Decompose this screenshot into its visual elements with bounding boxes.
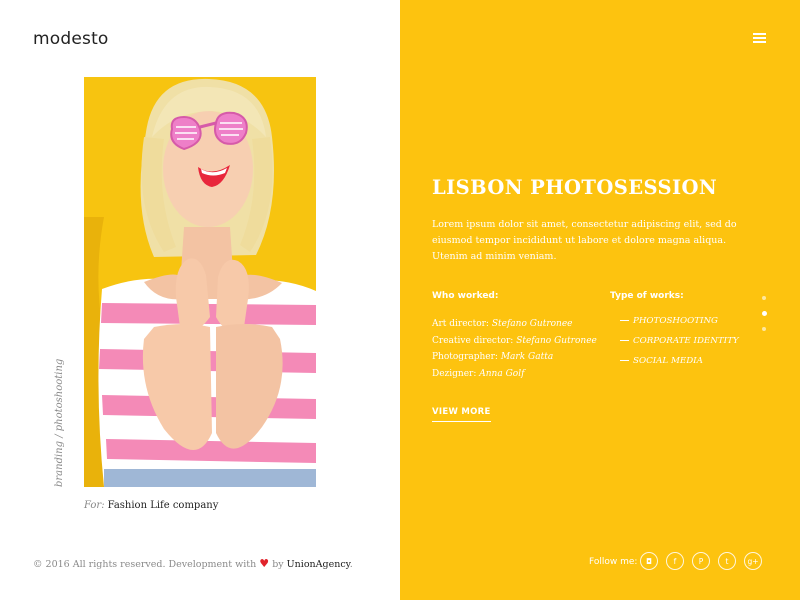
copyright-footer: © 2016 All rights reserved. Development … <box>33 557 353 570</box>
project-photo <box>84 77 316 487</box>
follow-label: Follow me: <box>589 557 638 567</box>
copyright-text: © 2016 All rights reserved. Development … <box>33 559 257 570</box>
pager-dot[interactable] <box>762 296 766 300</box>
left-panel: modesto branding / photoshooting For: Fa… <box>0 0 400 600</box>
social-icons: ◘ f P t g+ <box>640 552 770 570</box>
project-description: Lorem ipsum dolor sit amet, consectetur … <box>432 219 737 262</box>
client-prefix: For: <box>84 500 105 511</box>
client-name: Fashion Life company <box>107 500 219 511</box>
work-type-item: SOCIAL MEDIA <box>620 356 739 366</box>
work-type-item: CORPORATE IDENTITY <box>620 336 739 346</box>
work-types-list: PHOTOSHOOTING CORPORATE IDENTITY SOCIAL … <box>620 316 739 376</box>
pager-dot-active[interactable] <box>761 311 767 316</box>
view-more-link[interactable]: VIEW MORE <box>432 407 491 422</box>
copyright-by: by <box>272 559 284 570</box>
google-plus-icon[interactable]: g+ <box>744 552 762 570</box>
copyright-end: . <box>349 559 353 570</box>
client-line: For: Fashion Life company <box>84 500 218 511</box>
vertical-category-caption: branding / photoshooting <box>54 358 65 487</box>
heart-icon: ♥ <box>259 557 270 570</box>
who-worked-heading: Who worked: <box>432 291 499 301</box>
facebook-icon[interactable]: f <box>666 552 684 570</box>
agency-link[interactable]: UnionAgency <box>287 559 350 570</box>
type-of-works-heading: Type of works: <box>610 291 684 301</box>
twitter-icon[interactable]: t <box>718 552 736 570</box>
pinterest-icon[interactable]: P <box>692 552 710 570</box>
project-title: LISBON PHOTOSESSION <box>432 176 718 199</box>
hamburger-menu-icon[interactable] <box>753 33 766 43</box>
credit-item: Art director: Stefano Gutronee <box>432 319 573 329</box>
credit-item: Photographer: Mark Gatta <box>432 352 554 362</box>
site-logo[interactable]: modesto <box>33 29 109 49</box>
slide-pager <box>761 296 767 342</box>
credit-item: Dezigner: Anna Golf <box>432 368 525 379</box>
instagram-icon[interactable]: ◘ <box>640 552 658 570</box>
credit-item: Creative director: Stefano Gutronee <box>432 335 597 346</box>
pager-dot[interactable] <box>762 327 766 331</box>
work-type-item: PHOTOSHOOTING <box>620 316 739 326</box>
credits-list: Art director: Stefano Gutronee Creative … <box>432 316 597 382</box>
